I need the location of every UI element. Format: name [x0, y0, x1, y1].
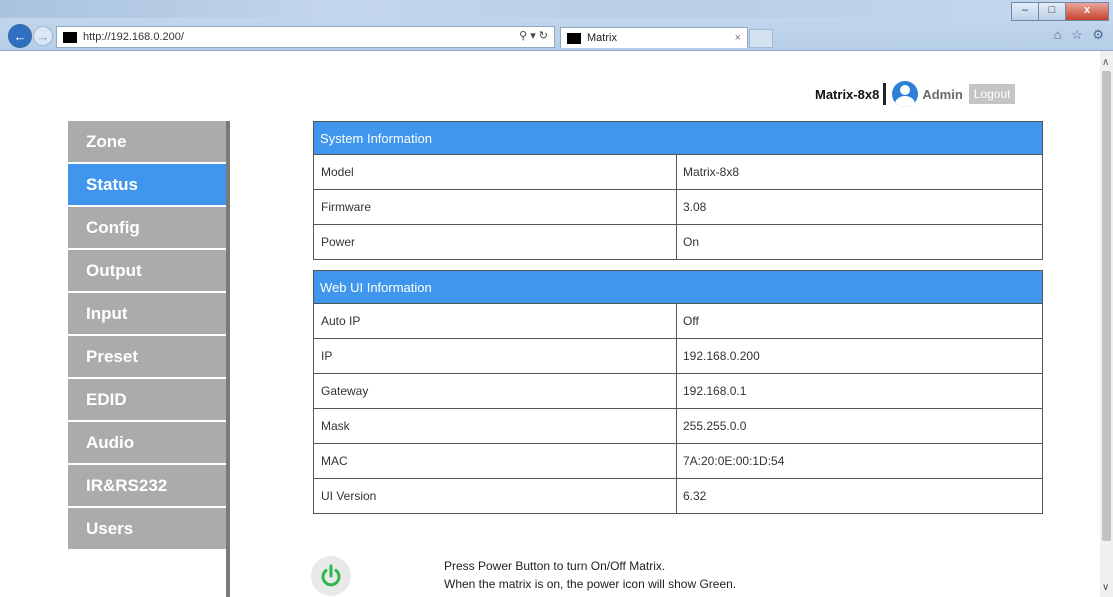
sidebar-item-ir-rs232[interactable]: IR&RS232 [68, 465, 226, 506]
sidebar-nav: Zone Status Config Output Input Preset E… [68, 121, 226, 551]
webui-info-header: Web UI Information [314, 271, 1042, 303]
table-row: IP 192.168.0.200 [314, 338, 1042, 373]
sidebar-item-preset[interactable]: Preset [68, 336, 226, 377]
forward-button[interactable]: → [33, 26, 53, 46]
row-key: MAC [314, 444, 677, 478]
table-row: UI Version 6.32 [314, 478, 1042, 513]
row-key: UI Version [314, 479, 677, 513]
row-value: On [683, 235, 700, 249]
favicon-icon [63, 31, 77, 43]
power-note-line1: Press Power Button to turn On/Off Matrix… [444, 559, 666, 573]
row-value: 192.168.0.200 [683, 349, 760, 363]
new-tab-button[interactable] [749, 29, 773, 48]
sidebar-item-input[interactable]: Input [68, 293, 226, 334]
back-button[interactable]: ← [8, 24, 32, 48]
table-row: Power On [314, 224, 1042, 259]
power-button[interactable] [311, 556, 351, 596]
row-key: Model [314, 155, 677, 189]
scroll-down-icon[interactable]: ∨ [1102, 582, 1109, 593]
table-row: MAC 7A:20:0E:00:1D:54 [314, 443, 1042, 478]
scroll-thumb[interactable] [1102, 71, 1111, 541]
tab-favicon-icon [567, 32, 581, 44]
url-text: http://192.168.0.200/ [83, 31, 184, 43]
power-note-line2: When the matrix is on, the power icon wi… [444, 577, 737, 591]
user-header: Matrix-8x8 Admin Logout [815, 81, 1016, 107]
arrow-left-icon: ← [13, 28, 27, 44]
power-instructions: Press Power Button to turn On/Off Matrix… [444, 557, 736, 593]
row-value: 3.08 [683, 200, 707, 214]
power-icon [321, 564, 341, 587]
row-value: 255.255.0.0 [683, 419, 747, 433]
sidebar-item-users[interactable]: Users [68, 508, 226, 549]
webui-info-table: Web UI Information Auto IP Off IP 192.16… [313, 270, 1043, 514]
row-value: Off [683, 314, 699, 328]
row-key: Gateway [314, 374, 677, 408]
content-divider [226, 121, 230, 597]
search-refresh-icons[interactable]: ⚲ ▾ ↻ [519, 29, 548, 42]
row-value: 6.32 [683, 489, 707, 503]
address-bar[interactable]: http://192.168.0.200/ ⚲ ▾ ↻ [56, 26, 555, 48]
table-row: Gateway 192.168.0.1 [314, 373, 1042, 408]
table-row: Auto IP Off [314, 303, 1042, 338]
row-value: Matrix-8x8 [683, 165, 740, 179]
vertical-scrollbar[interactable]: ∧ ∨ [1100, 51, 1113, 597]
row-key: Firmware [314, 190, 677, 224]
user-avatar-icon [892, 81, 919, 107]
table-row: Mask 255.255.0.0 [314, 408, 1042, 443]
device-name: Matrix-8x8 [815, 86, 880, 102]
sidebar-item-zone[interactable]: Zone [68, 121, 226, 162]
row-key: Auto IP [314, 304, 677, 338]
logout-button[interactable]: Logout [968, 84, 1016, 104]
window-titlebar [0, 0, 1113, 18]
browser-tab[interactable]: Matrix × [560, 27, 748, 48]
system-info-table: System Information Model Matrix-8x8 Firm… [313, 121, 1043, 260]
row-key: IP [314, 339, 677, 373]
table-row: Firmware 3.08 [314, 189, 1042, 224]
row-key: Power [314, 225, 677, 259]
sidebar-item-config[interactable]: Config [68, 207, 226, 248]
row-value: 192.168.0.1 [683, 384, 747, 398]
close-window-button[interactable]: x [1065, 2, 1109, 21]
row-value: 7A:20:0E:00:1D:54 [683, 454, 785, 468]
sidebar-item-output[interactable]: Output [68, 250, 226, 291]
sidebar-item-edid[interactable]: EDID [68, 379, 226, 420]
table-row: Model Matrix-8x8 [314, 154, 1042, 189]
minimize-button[interactable]: – [1011, 2, 1039, 21]
tab-title: Matrix [587, 32, 617, 44]
scroll-up-icon[interactable]: ∧ [1102, 57, 1109, 68]
user-name: Admin [922, 86, 963, 102]
tab-close-icon[interactable]: × [735, 32, 741, 44]
maximize-button[interactable]: □ [1038, 2, 1066, 21]
row-key: Mask [314, 409, 677, 443]
header-divider [883, 83, 887, 105]
arrow-right-icon: → [36, 28, 50, 44]
system-info-header: System Information [314, 122, 1042, 154]
sidebar-item-status[interactable]: Status [68, 164, 226, 205]
window-controls: – □ x [1011, 2, 1109, 21]
browser-chrome: – □ x ← → http://192.168.0.200/ ⚲ ▾ ↻ Ma… [0, 0, 1113, 51]
sidebar-item-audio[interactable]: Audio [68, 422, 226, 463]
page-content: Matrix-8x8 Admin Logout Zone Status Conf… [0, 51, 1100, 597]
browser-tool-icons[interactable]: ⌂ ☆ ⚙ [1054, 27, 1107, 43]
